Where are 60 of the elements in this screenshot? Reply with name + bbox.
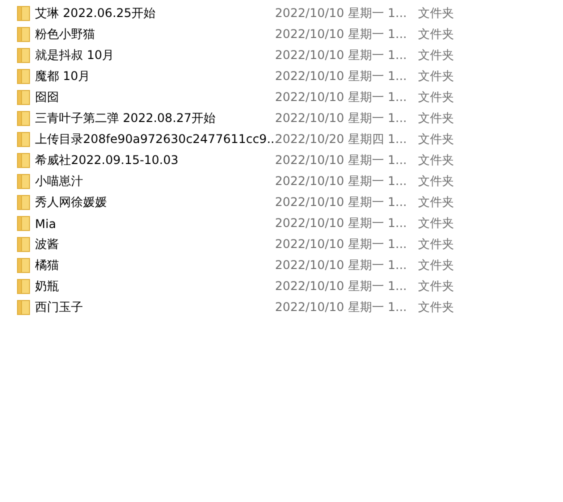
- folder-icon: [17, 216, 30, 231]
- folder-icon: [17, 258, 30, 273]
- modified-date: 2022/10/10 星期一 1...: [275, 194, 408, 211]
- file-type: 文件夹: [418, 131, 455, 148]
- modified-date: 2022/10/10 星期一 1...: [275, 26, 408, 43]
- modified-date: 2022/10/10 星期一 1...: [275, 47, 408, 64]
- modified-date: 2022/10/20 星期四 1...: [275, 131, 408, 148]
- file-name[interactable]: 三青叶子第二弹 2022.08.27开始: [35, 110, 275, 127]
- file-name[interactable]: 囵囵: [35, 89, 275, 106]
- modified-date: 2022/10/10 星期一 1...: [275, 257, 408, 274]
- folder-icon: [17, 300, 30, 315]
- file-name[interactable]: 波酱: [35, 236, 275, 253]
- file-type: 文件夹: [418, 299, 455, 316]
- folder-icon: [17, 132, 30, 147]
- modified-date: 2022/10/10 星期一 1...: [275, 299, 408, 316]
- modified-date: 2022/10/10 星期一 1...: [275, 110, 408, 127]
- modified-date: 2022/10/10 星期一 1...: [275, 236, 408, 253]
- modified-date: 2022/10/10 星期一 1...: [275, 68, 408, 85]
- file-type: 文件夹: [418, 26, 455, 43]
- folder-icon: [17, 27, 30, 42]
- file-name[interactable]: 秀人网徐媛媛: [35, 194, 275, 211]
- folder-icon: [17, 111, 30, 126]
- folder-icon: [17, 237, 30, 252]
- file-type: 文件夹: [418, 47, 455, 64]
- file-type: 文件夹: [418, 68, 455, 85]
- file-name[interactable]: 魔都 10月: [35, 68, 275, 85]
- file-name[interactable]: 奶瓶: [35, 278, 275, 295]
- file-type: 文件夹: [418, 152, 455, 169]
- file-name[interactable]: 西门玉子: [35, 299, 275, 316]
- modified-date: 2022/10/10 星期一 1...: [275, 173, 408, 190]
- file-name[interactable]: 上传目录208fe90a972630c2477611cc9...: [35, 131, 275, 148]
- modified-date: 2022/10/10 星期一 1...: [275, 89, 408, 106]
- file-name[interactable]: 粉色小野猫: [35, 26, 275, 43]
- folder-icon: [17, 48, 30, 63]
- file-type: 文件夹: [418, 278, 455, 295]
- file-type: 文件夹: [418, 257, 455, 274]
- folder-icon: [17, 6, 30, 21]
- file-name[interactable]: Mia: [35, 216, 275, 230]
- modified-date: 2022/10/10 星期一 1...: [275, 5, 408, 22]
- file-type: 文件夹: [418, 173, 455, 190]
- file-type: 文件夹: [418, 215, 455, 232]
- file-name[interactable]: 小喵崽汁: [35, 173, 275, 190]
- file-type: 文件夹: [418, 89, 455, 106]
- file-type: 文件夹: [418, 5, 455, 22]
- folder-icon: [17, 69, 30, 84]
- modified-date: 2022/10/10 星期一 1...: [275, 152, 408, 169]
- file-name[interactable]: 橘猫: [35, 257, 275, 274]
- file-type: 文件夹: [418, 110, 455, 127]
- file-name[interactable]: 就是抖叔 10月: [35, 47, 275, 64]
- folder-icon: [17, 195, 30, 210]
- file-name[interactable]: 艾琳 2022.06.25开始: [35, 5, 275, 22]
- folder-icon: [17, 174, 30, 189]
- modified-date: 2022/10/10 星期一 1...: [275, 215, 408, 232]
- file-type: 文件夹: [418, 236, 455, 253]
- folder-icon: [17, 153, 30, 168]
- folder-icon: [17, 279, 30, 294]
- folder-icon: [17, 90, 30, 105]
- file-type: 文件夹: [418, 194, 455, 211]
- modified-date: 2022/10/10 星期一 1...: [275, 278, 408, 295]
- file-name[interactable]: 希威社2022.09.15-10.03: [35, 152, 275, 169]
